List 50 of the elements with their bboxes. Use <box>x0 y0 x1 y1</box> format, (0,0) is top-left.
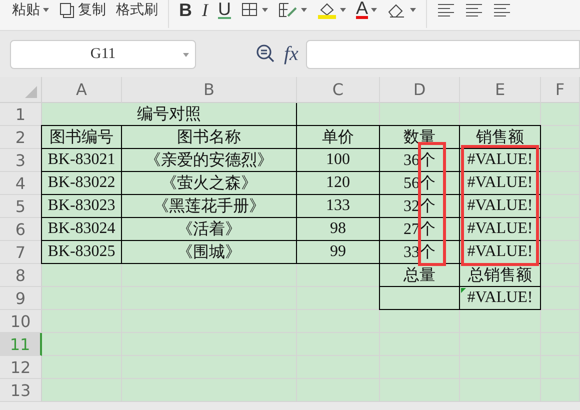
caret-icon[interactable] <box>301 8 307 12</box>
column-header[interactable]: E <box>460 77 541 103</box>
column-header[interactable]: B <box>122 77 297 103</box>
row-header[interactable]: 11 <box>0 333 42 356</box>
table-cell: 销售额 <box>459 125 541 149</box>
row-header[interactable]: 13 <box>0 379 42 402</box>
border-icon[interactable] <box>241 2 259 18</box>
caret-icon[interactable] <box>371 8 378 12</box>
column-header[interactable]: A <box>42 77 122 103</box>
row-header[interactable]: 10 <box>0 310 42 333</box>
align-icon[interactable] <box>437 3 456 17</box>
function-button[interactable]: fx <box>284 42 298 66</box>
caret-icon[interactable] <box>340 8 346 12</box>
row-header[interactable]: 3 <box>0 149 42 172</box>
copy-button[interactable]: 复制 <box>78 1 106 19</box>
row-header[interactable]: 1 <box>0 103 42 126</box>
underline-button[interactable]: U <box>218 1 231 19</box>
row-header[interactable]: 8 <box>0 264 42 287</box>
row-header[interactable]: 6 <box>0 218 42 241</box>
row-header[interactable]: 7 <box>0 241 42 264</box>
name-box[interactable]: G11 <box>10 40 196 68</box>
table-cell <box>541 379 580 402</box>
format-painter-button[interactable]: 格式刷 <box>116 1 158 19</box>
table-cell: BK-83025 <box>41 240 122 264</box>
formula-input[interactable] <box>306 40 580 68</box>
table-cell: 编号对照 <box>42 103 297 126</box>
fill-color-icon[interactable] <box>317 1 337 19</box>
row-header[interactable]: 12 <box>0 356 42 379</box>
align-icon[interactable] <box>465 3 484 17</box>
row-header[interactable]: 4 <box>0 172 42 195</box>
paste-button[interactable]: 粘贴 <box>12 1 40 19</box>
bold-button[interactable]: B <box>179 1 192 19</box>
caret-icon[interactable] <box>262 8 268 12</box>
caret-icon[interactable] <box>410 8 416 12</box>
align-icon[interactable] <box>493 3 512 17</box>
table-cell: #VALUE! <box>459 286 541 310</box>
copy-icon[interactable] <box>59 2 75 18</box>
row-header[interactable]: 2 <box>0 126 42 149</box>
font-color-button[interactable]: A <box>356 1 368 19</box>
table-cell <box>541 310 580 333</box>
italic-button[interactable]: I <box>202 1 208 19</box>
column-header[interactable]: D <box>380 77 460 103</box>
zoom-icon[interactable] <box>256 44 276 64</box>
caret-icon[interactable] <box>43 8 49 12</box>
table-cell: 图书编号 <box>41 125 122 149</box>
column-header[interactable]: F <box>541 77 580 103</box>
row-header[interactable]: 5 <box>0 195 42 218</box>
column-header[interactable]: C <box>297 77 380 103</box>
row-header[interactable]: 9 <box>0 287 42 310</box>
pencil-grid-icon[interactable] <box>278 2 298 18</box>
